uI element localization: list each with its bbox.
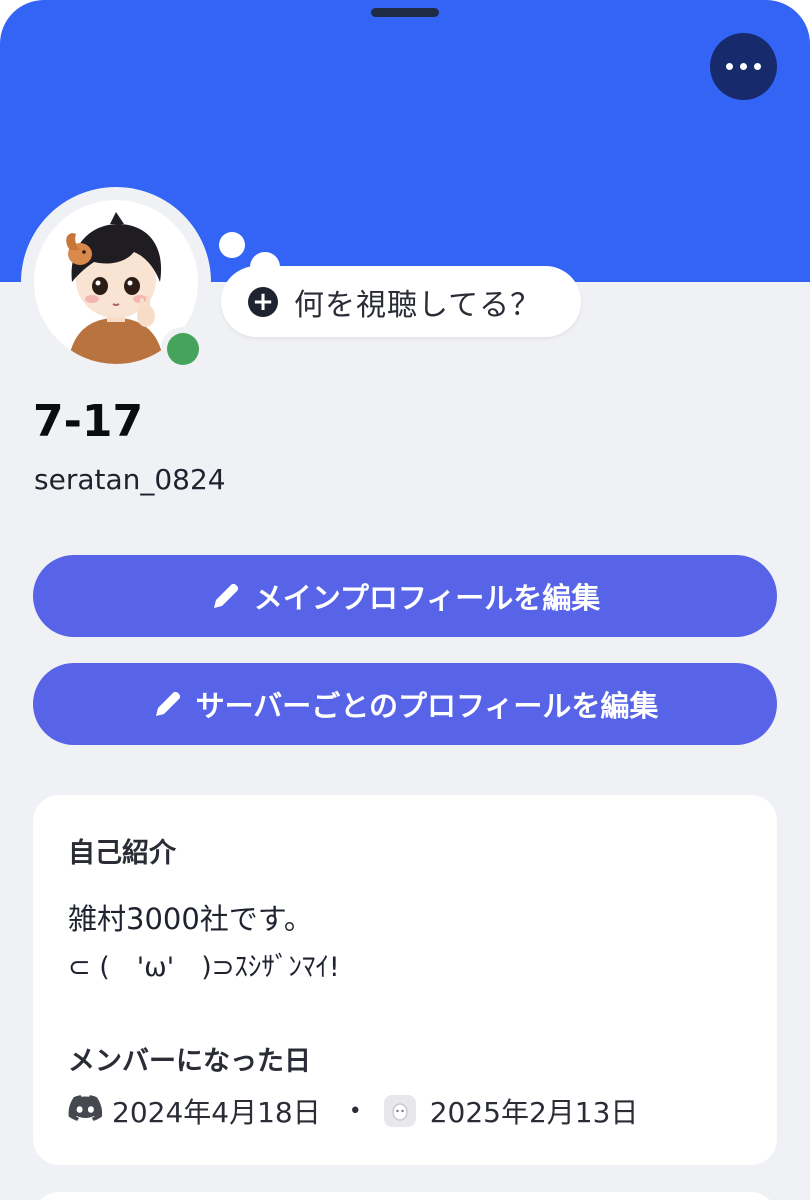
more-options-button[interactable] xyxy=(710,33,777,100)
more-horizontal-icon xyxy=(726,63,733,70)
username[interactable]: seratan_0824 xyxy=(34,463,226,496)
more-dot xyxy=(754,63,761,70)
member-since-heading: メンバーになった日 xyxy=(68,1046,311,1077)
member-since-row: 2024年4月18日 • 2025年2月13日 xyxy=(68,1091,638,1131)
date-separator: • xyxy=(348,1098,362,1124)
display-name: 7-17 xyxy=(33,396,144,447)
edit-main-profile-button[interactable]: メインプロフィールを編集 xyxy=(33,555,777,637)
edit-main-profile-label: メインプロフィールを編集 xyxy=(253,581,601,615)
server-icon xyxy=(383,1095,416,1127)
thought-bubble-dot-small xyxy=(219,232,245,258)
online-status-indicator xyxy=(167,333,199,365)
profile-sheet: + 何を視聴してる？ 7-17 seratan_0824 メインプロフィールを編… xyxy=(0,0,810,1200)
pencil-icon xyxy=(152,688,184,720)
about-card: 自己紹介 雑村3000社です。 ⊂ ( 'ω' )⊃ｽｼｻﾞﾝﾏｲ! メンバーに… xyxy=(33,795,777,1165)
activity-prompt: 何を視聴してる？ xyxy=(294,287,542,323)
discord-member-date: 2024年4月18日 xyxy=(112,1096,321,1129)
discord-icon xyxy=(68,1094,112,1128)
edit-server-profiles-button[interactable]: サーバーごとのプロフィールを編集 xyxy=(33,663,777,745)
pencil-icon xyxy=(210,580,242,612)
activity-status-button[interactable]: + 何を視聴してる？ xyxy=(221,266,581,337)
server-member-date: 2025年2月13日 xyxy=(429,1096,639,1129)
bio-line-1: 雑村3000社です。 xyxy=(68,902,313,936)
edit-server-profiles-label: サーバーごとのプロフィールを編集 xyxy=(195,689,659,723)
about-heading: 自己紹介 xyxy=(68,838,176,869)
next-card-edge xyxy=(33,1192,777,1200)
sheet-drag-handle[interactable] xyxy=(371,8,439,17)
more-dot xyxy=(740,63,747,70)
plus-circle-icon: + xyxy=(248,286,278,317)
bio-line-2: ⊂ ( 'ω' )⊃ｽｼｻﾞﾝﾏｲ! xyxy=(68,952,340,983)
